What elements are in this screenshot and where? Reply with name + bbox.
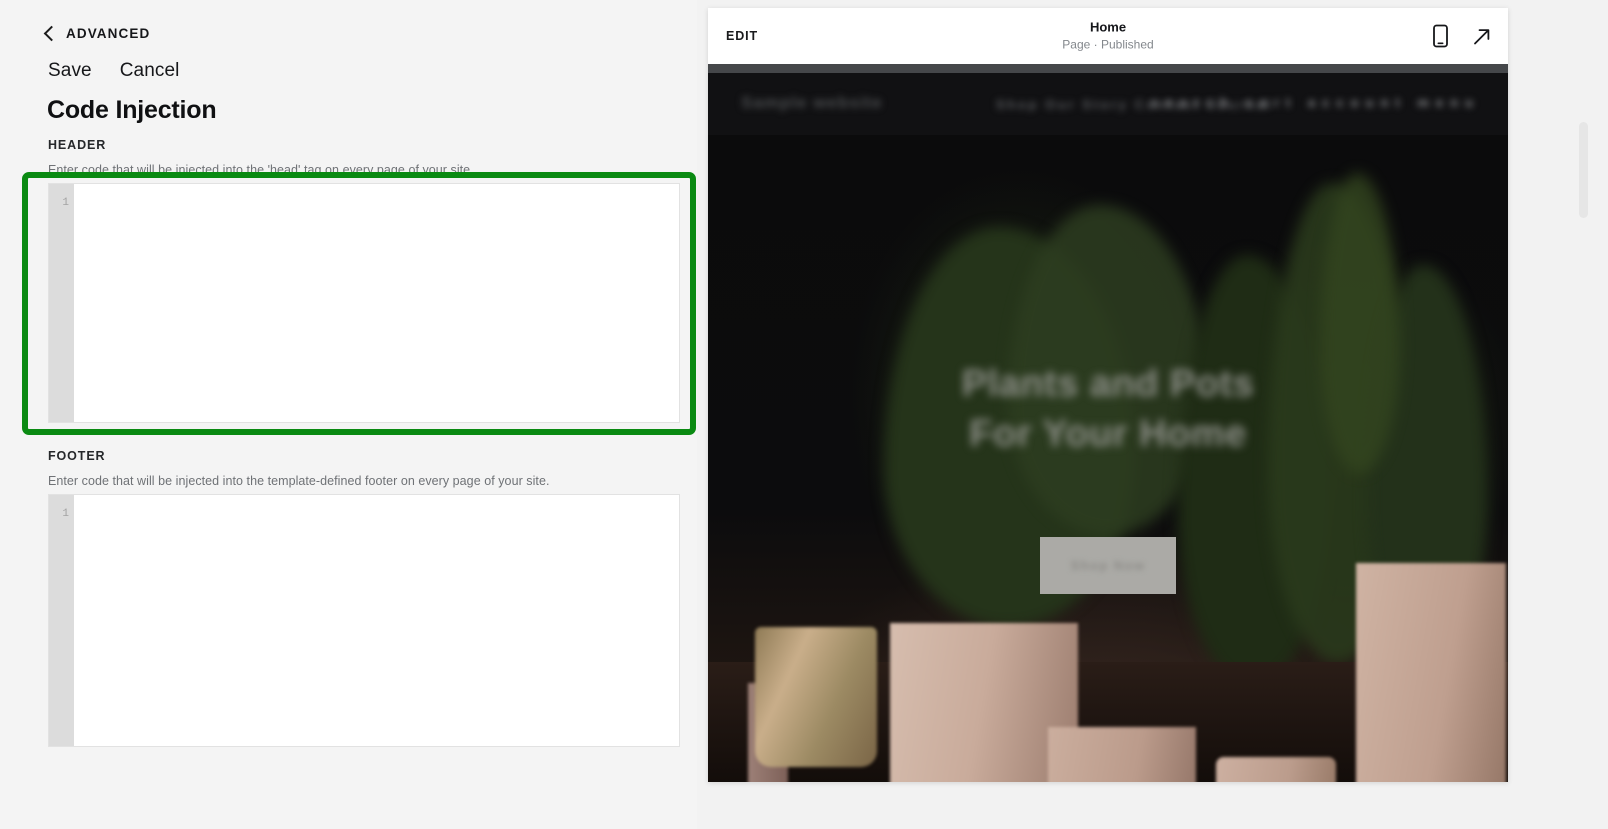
header-line-number: 1 <box>62 197 69 209</box>
open-external-icon[interactable] <box>1472 26 1492 46</box>
settings-actions: Save Cancel <box>48 60 179 82</box>
site-navigation-bar: Sample website Shop Our Story Contact Jo… <box>708 73 1508 135</box>
site-nav-icons[interactable]: search cart account menu <box>1151 95 1480 110</box>
site-preview-panel: EDIT Home Page · Published Sample websit… <box>708 8 1508 782</box>
preview-toolbar-icons <box>1433 24 1492 48</box>
footer-editor-gutter: 1 <box>49 495 74 746</box>
plant-pot <box>755 627 877 767</box>
footer-code-input[interactable] <box>74 495 679 746</box>
page-title: Code Injection <box>47 96 217 124</box>
plant-pot <box>1216 757 1336 782</box>
preview-toolbar: EDIT Home Page · Published <box>708 8 1508 64</box>
app-root: ADVANCED Save Cancel Code Injection HEAD… <box>0 0 1608 829</box>
header-field-help: Enter code that will be injected into th… <box>48 163 474 177</box>
page-scrollbar-thumb[interactable] <box>1579 122 1588 218</box>
code-injection-settings-panel: ADVANCED Save Cancel Code Injection HEAD… <box>0 0 697 829</box>
preview-page-info: Home Page · Published <box>1062 20 1153 53</box>
cancel-button[interactable]: Cancel <box>120 60 180 82</box>
hero-heading-line-1: Plants and Pots <box>961 363 1255 405</box>
hero-cta-label: Shop Now <box>1070 558 1146 573</box>
footer-line-number: 1 <box>62 508 69 520</box>
footer-code-editor[interactable]: 1 <box>48 494 680 747</box>
page-scrollbar-track[interactable] <box>1579 120 1588 780</box>
back-link-label: ADVANCED <box>66 26 151 41</box>
site-logo[interactable]: Sample website <box>741 93 883 113</box>
mobile-preview-icon[interactable] <box>1433 24 1448 48</box>
header-editor-gutter: 1 <box>49 184 74 422</box>
edit-button[interactable]: EDIT <box>726 29 758 43</box>
footer-field-label: FOOTER <box>48 449 106 463</box>
site-preview-viewport[interactable]: Sample website Shop Our Story Contact Jo… <box>708 64 1508 782</box>
preview-page-status: Page · Published <box>1062 37 1154 52</box>
hero-heading-line-2: For Your Home <box>969 413 1247 455</box>
back-to-advanced-link[interactable]: ADVANCED <box>43 25 151 42</box>
footer-field-help: Enter code that will be injected into th… <box>48 474 550 488</box>
plant-pot <box>1356 563 1506 782</box>
hero-cta-button[interactable]: Shop Now <box>1040 537 1176 594</box>
header-code-input[interactable] <box>74 184 679 422</box>
footer-field-group: FOOTER Enter code that will be injected … <box>48 449 549 488</box>
header-field-label: HEADER <box>48 138 107 152</box>
hero-heading: Plants and Pots For Your Home <box>708 359 1508 459</box>
plant-pot <box>1048 727 1196 782</box>
header-code-editor[interactable]: 1 <box>48 183 680 423</box>
save-button[interactable]: Save <box>48 60 92 82</box>
site-announcement-bar <box>708 64 1508 73</box>
chevron-left-icon <box>43 25 60 42</box>
preview-page-title: Home <box>1089 19 1127 35</box>
header-field-group: HEADER Enter code that will be injected … <box>48 138 474 177</box>
site-hero-section: Plants and Pots For Your Home Shop Now <box>708 135 1508 782</box>
